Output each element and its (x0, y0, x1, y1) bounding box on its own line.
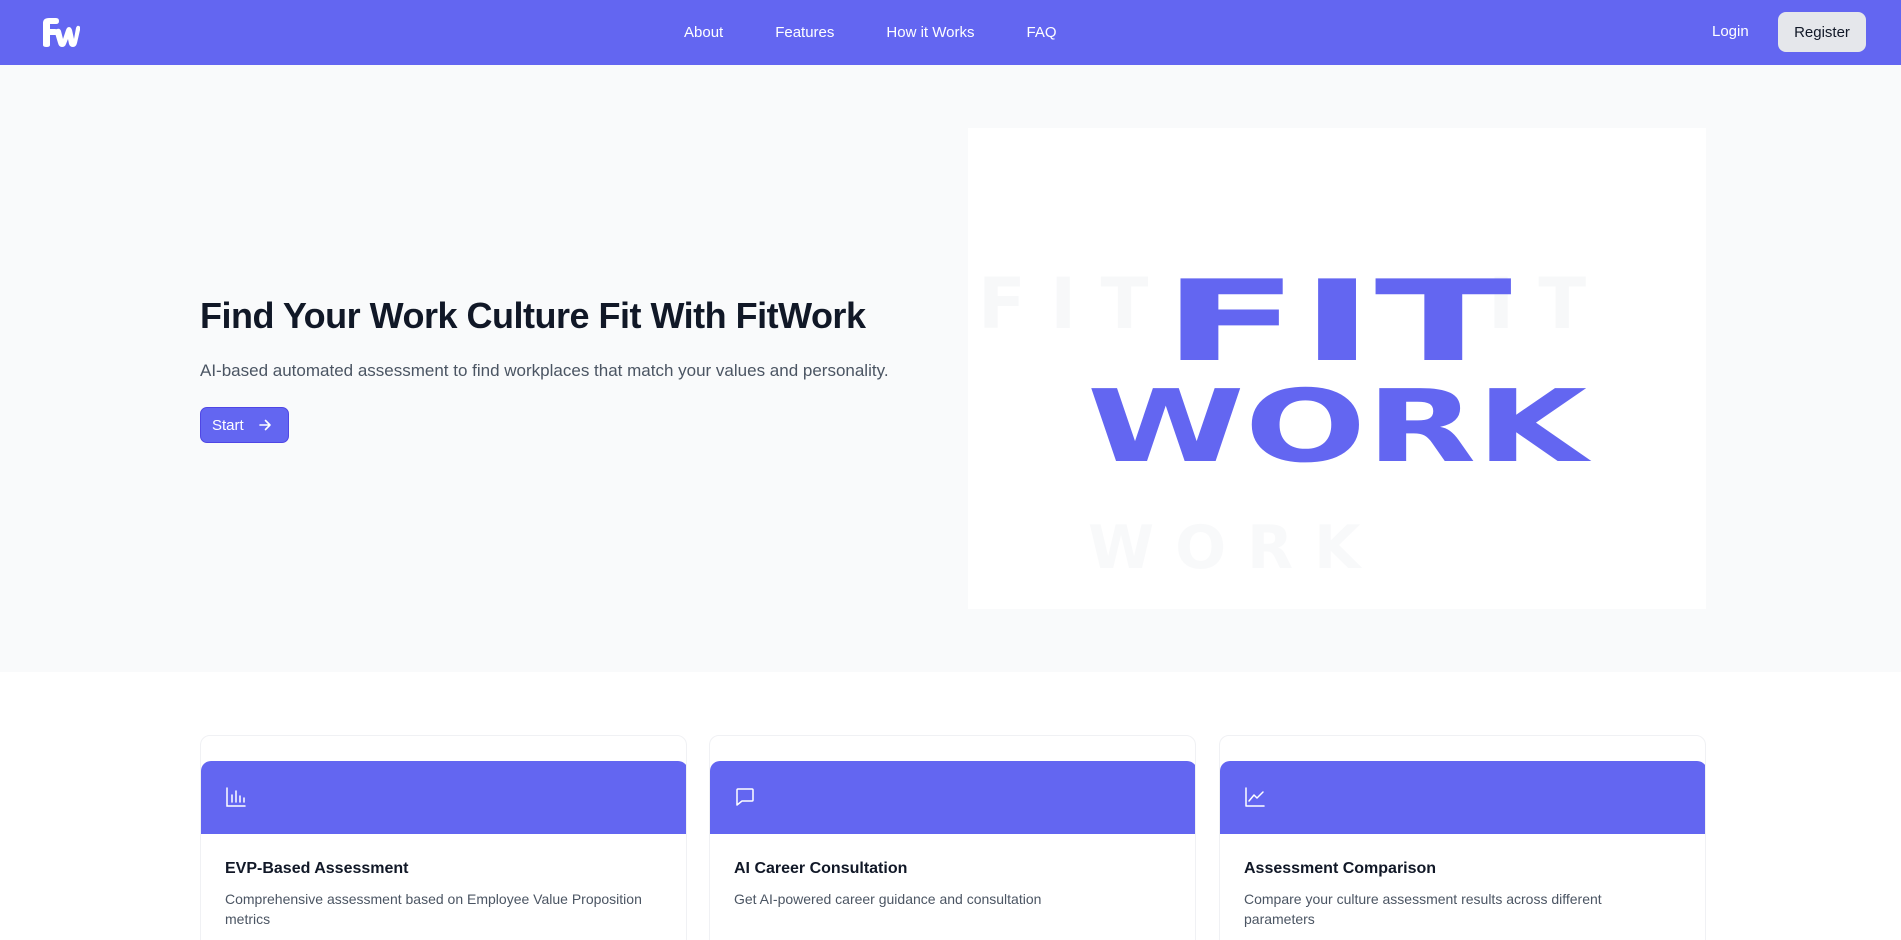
feature-card-title: Assessment Comparison (1244, 860, 1437, 877)
hero-title: Find Your Work Culture Fit With FitWork (200, 295, 866, 336)
nav-link-features[interactable]: Features (775, 24, 834, 41)
feature-card-description: Comprehensive assessment based on Employ… (225, 891, 642, 927)
features-section: EVP-Based Assessment Comprehensive asses… (200, 735, 1706, 940)
start-button-label: Start (212, 416, 244, 434)
fitwork-logo[interactable] (40, 15, 81, 49)
navbar: About Features How it Works FAQ Login Re… (0, 0, 1901, 65)
feature-card-evp: EVP-Based Assessment Comprehensive asses… (200, 735, 687, 940)
arrow-right-icon (258, 419, 271, 431)
feature-card-description: Compare your culture assessment results … (1244, 891, 1602, 927)
message-square-icon (736, 788, 754, 806)
feature-card-title: AI Career Consultation (734, 860, 908, 877)
hero-subtitle: AI-based automated assessment to find wo… (200, 361, 889, 380)
nav-link-how-it-works[interactable]: How it Works (886, 24, 974, 41)
start-button[interactable]: Start (200, 407, 289, 443)
feature-card-title: EVP-Based Assessment (225, 860, 409, 877)
main-nav: About Features How it Works FAQ (684, 0, 1057, 65)
nav-link-faq[interactable]: FAQ (1026, 24, 1056, 41)
feature-card-header (201, 761, 686, 834)
fitwork-wordmark-image: F I T I T W O R K FIT WORK (978, 257, 1592, 583)
feature-card-comparison: Assessment Comparison Compare your cultu… (1219, 735, 1706, 940)
register-button[interactable]: Register (1778, 12, 1866, 52)
bar-chart-icon (226, 787, 246, 807)
feature-card-header (1220, 761, 1705, 834)
feature-card-description: Get AI-powered career guidance and consu… (734, 891, 1042, 907)
line-chart-icon (1245, 787, 1265, 807)
feature-card-header (710, 761, 1195, 834)
svg-text:F I T: F I T (978, 263, 1149, 345)
hero-section: Find Your Work Culture Fit With FitWork … (0, 65, 1901, 672)
login-link[interactable]: Login (1712, 23, 1749, 40)
svg-text:W O R K: W O R K (1088, 513, 1363, 583)
hero-image: F I T I T W O R K FIT WORK (968, 128, 1706, 609)
feature-card-ai-consultation: AI Career Consultation Get AI-powered ca… (709, 735, 1196, 940)
nav-link-about[interactable]: About (684, 24, 723, 41)
hero-image-line2: WORK (1087, 368, 1592, 485)
